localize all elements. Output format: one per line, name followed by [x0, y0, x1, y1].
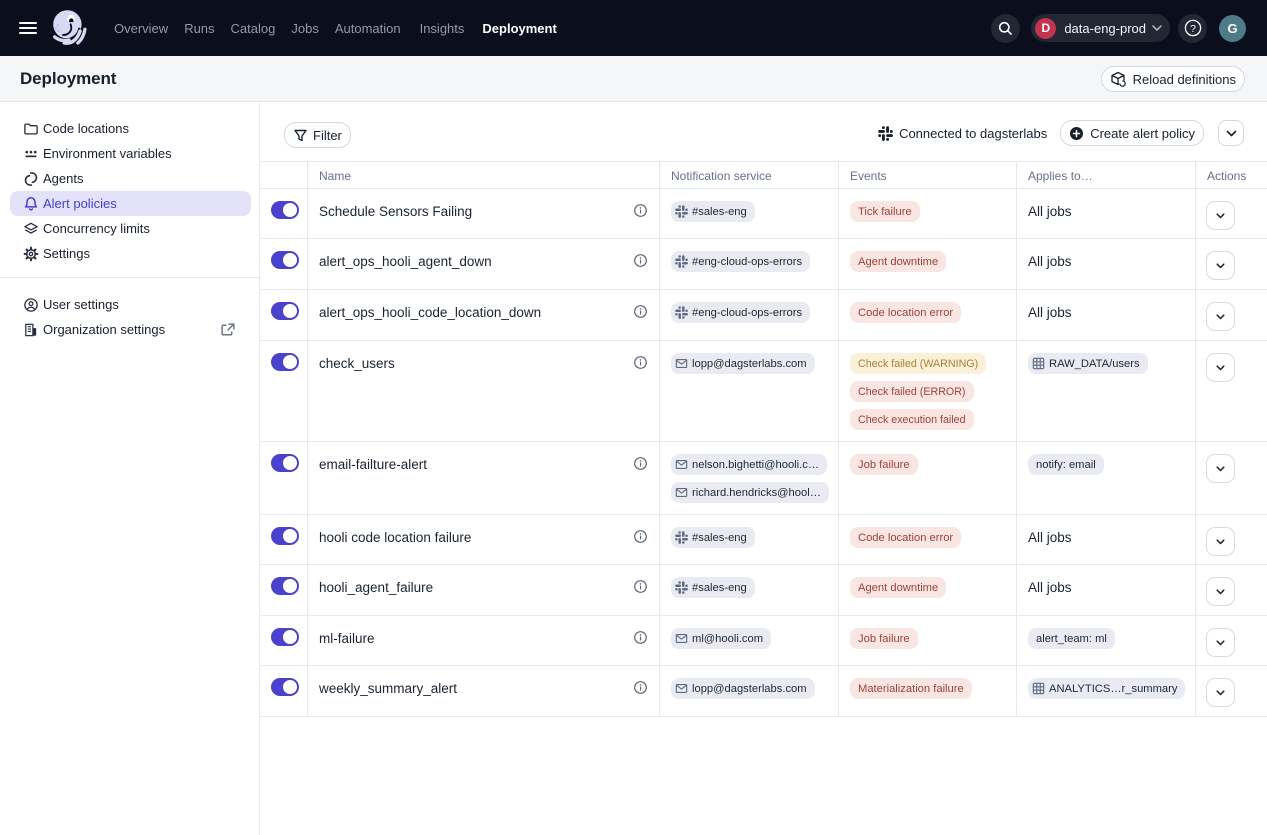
svg-text:?: ? — [1190, 23, 1196, 35]
